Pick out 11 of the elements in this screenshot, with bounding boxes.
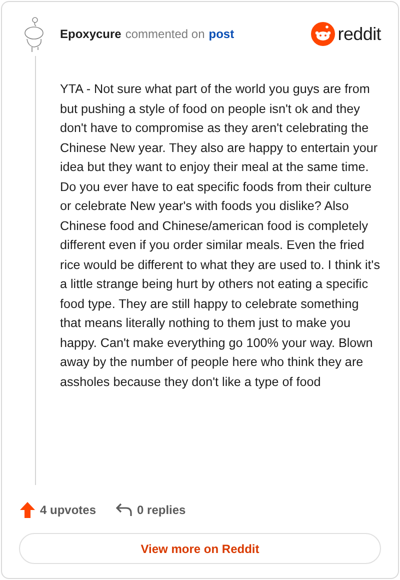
view-more-button[interactable]: View more on Reddit — [19, 533, 381, 564]
upvote-count: 4 upvotes — [40, 502, 96, 519]
author-name[interactable]: Epoxycure — [60, 25, 122, 43]
logo-text: reddit — [338, 22, 381, 46]
comment-text: YTA - Not sure what part of the world you guys are from but pushing a style of food on people isn't ok and they don't have to compromise as they aren't celebrating the Chinese New year. They also are happy to entertain your idea but they want to enjoy their meal at the same time. Do you ever have to eat specific foods from their culture or celebrate New year's with foods you dislike? Also Chinese food and Chinese/american food is completely different even if you order similar meals. Even the fried rice would be different to what they are used to. I think it's a little strange being hurt by others not eating a specific food type. They are still happy to celebrate something that means literally nothing to them just to make you happy. Can't make everything go 100% your way. Blown away by the number of people here who think they are assholes because they don't like a type of food — [60, 81, 381, 391]
upvote-arrow-icon[interactable] — [20, 502, 35, 518]
reply-arrow-icon[interactable] — [116, 503, 132, 517]
alien-logo-icon — [310, 22, 335, 46]
post-link[interactable]: post — [208, 25, 234, 43]
action-text: commented on — [125, 26, 205, 43]
reply-count: 0 replies — [137, 502, 186, 519]
